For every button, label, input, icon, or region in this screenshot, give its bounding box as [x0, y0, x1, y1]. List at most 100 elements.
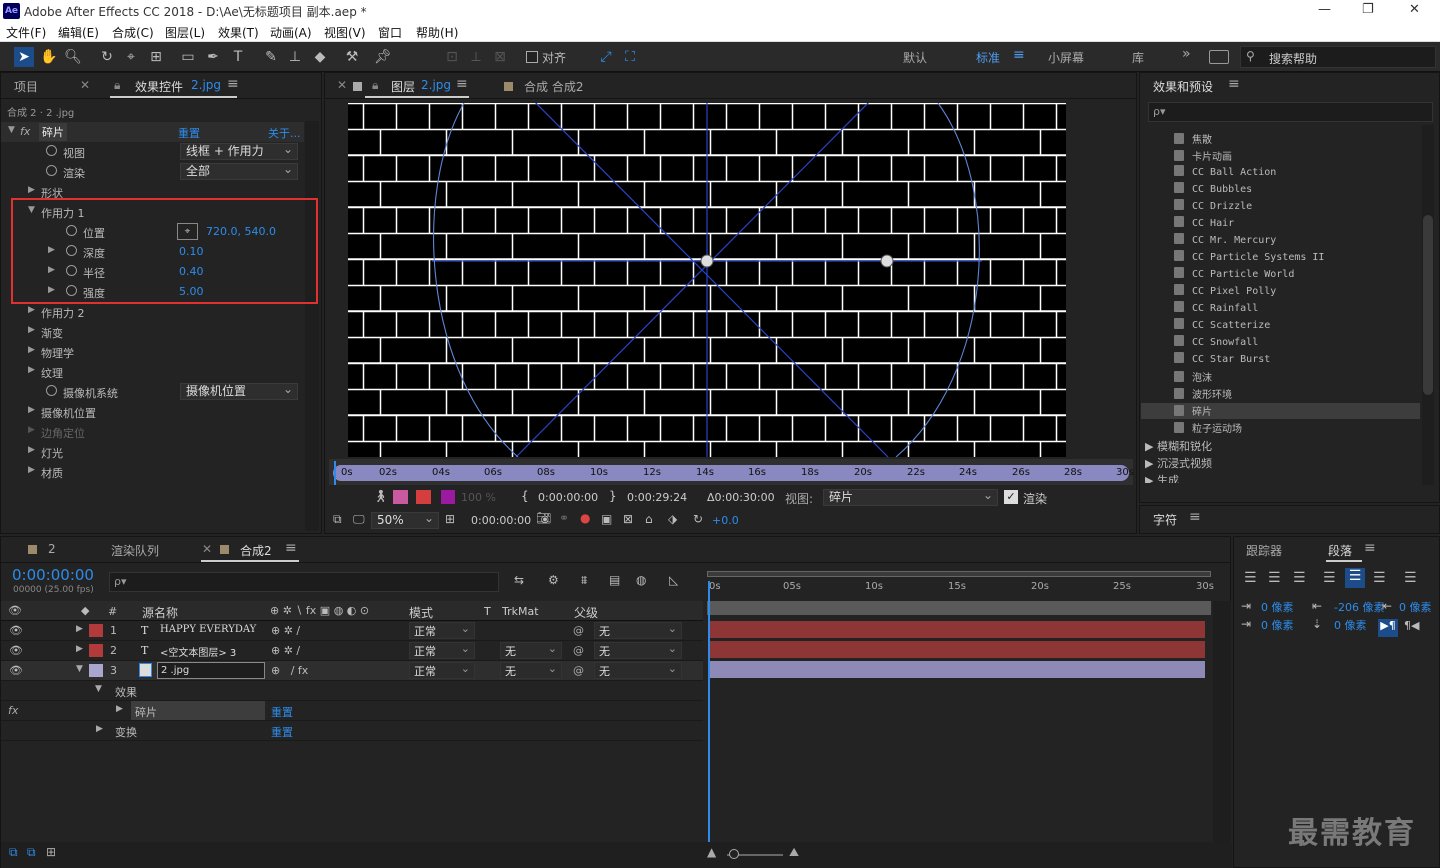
gradient-row[interactable]: ▶ 渐变	[1, 322, 301, 342]
collapse-arrow-icon[interactable]: ▼	[76, 664, 83, 674]
lock-icon[interactable]: 🔒︎	[114, 78, 120, 93]
effect-item[interactable]: CC Drizzle	[1174, 199, 1252, 216]
lights-row[interactable]: ▶ 灯光	[1, 442, 301, 462]
effects-search-input[interactable]: ρ▾	[1148, 102, 1433, 122]
camera-tool-icon[interactable]: ⌖	[121, 47, 141, 67]
current-time-indicator[interactable]	[708, 581, 710, 843]
parent-dropdown[interactable]: 无	[594, 640, 682, 659]
camera-system-dropdown[interactable]: 摄像机位置	[180, 382, 298, 400]
first-line-value[interactable]: -206 像素	[1334, 599, 1384, 615]
panel-menu-icon[interactable]: ≡	[227, 76, 239, 92]
effect-group-immersive[interactable]: ▶ 沉浸式视频	[1145, 455, 1212, 471]
effect-item[interactable]: 卡片动画	[1174, 148, 1232, 165]
minimize-button[interactable]: —	[1318, 2, 1331, 17]
force1-handle[interactable]	[700, 254, 714, 268]
menu-edit[interactable]: 编辑(E)	[58, 24, 99, 41]
menu-layer[interactable]: 图层(L)	[165, 24, 205, 41]
work-area-bar[interactable]	[707, 571, 1211, 577]
help-search-input[interactable]: 搜索帮助	[1269, 50, 1317, 67]
out-bracket-icon[interactable]: }	[609, 489, 617, 503]
expand-arrow-icon[interactable]: ▶	[96, 724, 103, 734]
space-after-value[interactable]: 0 像素	[1334, 617, 1367, 633]
align-center-icon[interactable]: ☰	[1268, 570, 1281, 586]
monitor-icon[interactable]: 🖵︎	[353, 512, 365, 527]
effect-item[interactable]: CC Snowfall	[1174, 335, 1258, 352]
toggle-in-out-icon[interactable]: ⊞	[46, 845, 56, 859]
expand-arrow-icon[interactable]: ▶	[76, 624, 83, 634]
draft-3d-icon[interactable]: ⚙	[548, 573, 559, 587]
layer-switches-icon[interactable]: ⊕ ∕ fx	[271, 664, 308, 677]
3d-view-icon[interactable]: ⌂	[645, 512, 653, 526]
workspace-overflow-icon[interactable]: »	[1182, 46, 1191, 62]
justify-center-icon[interactable]: ☰	[1345, 568, 1365, 588]
effect-header-row[interactable]: ▼ fx 碎片 重置 关于...	[1, 122, 304, 142]
eye-icon[interactable]: 👁︎	[9, 644, 23, 657]
close-tab-icon[interactable]: ✕	[337, 78, 347, 92]
justify-left-icon[interactable]: ☰	[1323, 570, 1336, 586]
layer-row[interactable]: 👁︎ ▶ 1 T HAPPY EVERYDAY ⊕ ✲ ∕ 正常 @ 无	[1, 620, 703, 641]
view-dropdown[interactable]: 线框 + 作用力	[180, 142, 298, 160]
physics-row[interactable]: ▶ 物理学	[1, 342, 301, 362]
workspace-standard[interactable]: 标准	[976, 49, 1000, 66]
effect-item[interactable]: CC Ball Action	[1174, 165, 1276, 182]
toggle-switches-icon[interactable]: ⧉	[9, 845, 18, 860]
snap-checkbox[interactable]	[526, 51, 538, 63]
stopwatch-icon[interactable]	[46, 145, 57, 156]
effect-group-generate[interactable]: ▶ 生成	[1145, 472, 1179, 483]
parent-dropdown[interactable]: 无	[594, 620, 682, 639]
align-left-icon[interactable]: ☰	[1244, 570, 1257, 586]
opacity-value[interactable]: 100 %	[461, 491, 496, 504]
stopwatch-icon[interactable]	[46, 165, 57, 176]
camera-snapshot-icon[interactable]: 📷︎	[536, 511, 551, 525]
reset-link[interactable]: 重置	[178, 125, 200, 141]
justify-all-icon[interactable]: ☰	[1404, 570, 1417, 586]
effect-item[interactable]: CC Mr. Mercury	[1174, 233, 1276, 250]
workspace-menu-icon[interactable]: ≡	[1013, 47, 1025, 63]
expand-arrow-icon[interactable]: ▶	[76, 644, 83, 654]
material-row[interactable]: ▶ 材质	[1, 462, 301, 482]
effects-scrollbar[interactable]	[1422, 125, 1434, 485]
source-name-header[interactable]: 源名称	[142, 604, 178, 621]
character-tab[interactable]: 字符	[1153, 511, 1177, 528]
close-tab-icon[interactable]: ✕	[202, 542, 212, 556]
effect-item[interactable]: CC Particle Systems II	[1174, 250, 1324, 267]
workspace-library[interactable]: 库	[1132, 49, 1144, 66]
pen-tool-icon[interactable]: ✒	[203, 47, 223, 67]
fx-icon[interactable]: fx	[8, 704, 18, 717]
puppet-pin-tool-icon[interactable]: 📌︎	[373, 47, 393, 67]
menu-animation[interactable]: 动画(A)	[270, 24, 312, 41]
effect-item[interactable]: CC Bubbles	[1174, 182, 1252, 199]
local-axis-icon[interactable]: ⊡	[442, 47, 462, 67]
playhead[interactable]	[334, 461, 336, 485]
panel-menu-icon[interactable]: ≡	[1364, 540, 1376, 556]
panel-menu-icon[interactable]: ≡	[285, 540, 297, 556]
texture-row[interactable]: ▶ 纹理	[1, 362, 301, 382]
rtl-direction-icon[interactable]: ¶◀	[1404, 619, 1419, 632]
lock-icon[interactable]: 🔒︎	[372, 78, 378, 93]
tab-comp-2[interactable]: 2	[48, 542, 56, 556]
timeline-scrollbar[interactable]	[1213, 601, 1231, 851]
zoom-tool-icon[interactable]: 🔍︎	[63, 47, 83, 67]
force2-handle[interactable]	[880, 254, 894, 268]
scrollbar[interactable]	[305, 121, 319, 531]
parent-dropdown[interactable]: 无	[594, 660, 682, 679]
reset-link[interactable]: 重置	[271, 704, 293, 720]
transform-row[interactable]: ▶ 变换 重置	[1, 721, 703, 741]
snap-edge-icon[interactable]: ⤢	[596, 47, 616, 67]
layer-track-bar[interactable]	[709, 641, 1205, 658]
in-point-icon[interactable]	[393, 490, 408, 504]
effect-item[interactable]: CC Hair	[1174, 216, 1234, 233]
maximize-button[interactable]: ❐	[1362, 2, 1374, 17]
walk-icon[interactable]: 🚶︎	[373, 489, 388, 503]
align-right-icon[interactable]: ☰	[1293, 570, 1306, 586]
eraser-tool-icon[interactable]: ◆	[310, 47, 330, 67]
indent-right-value[interactable]: 0 像素	[1399, 599, 1432, 615]
menu-effect[interactable]: 效果(T)	[218, 24, 259, 41]
viewer-canvas[interactable]	[348, 103, 1066, 457]
tab-effect-controls[interactable]: 效果控件	[135, 78, 183, 95]
color-swatch-icon[interactable]	[441, 490, 455, 504]
menu-help[interactable]: 帮助(H)	[416, 24, 458, 41]
layer-track-bar[interactable]	[709, 661, 1205, 678]
rotate-tool-icon[interactable]: ↻	[97, 47, 117, 67]
tab-composition[interactable]: 合成2	[240, 542, 272, 559]
